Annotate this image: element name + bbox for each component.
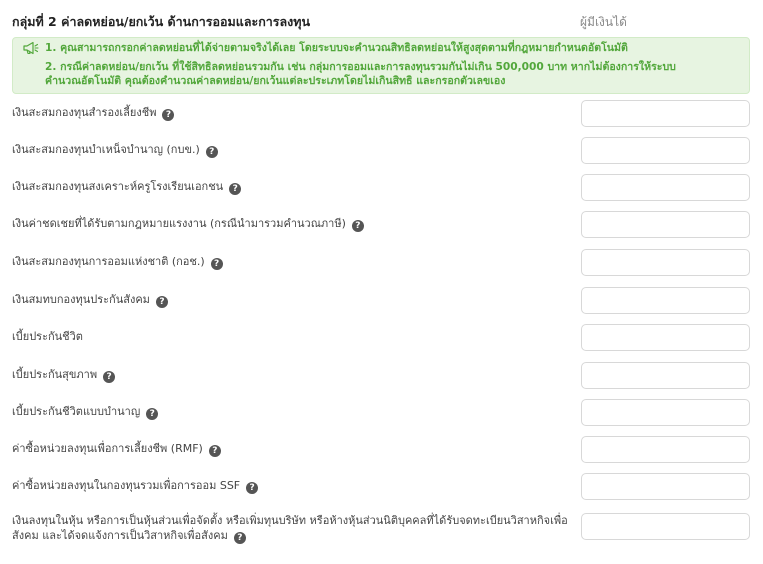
row-label: เงินลงทุนในหุ้น หรือการเป็นหุ้นส่วนเพื่อ… (12, 514, 568, 544)
row-label: ค่าซื้อหน่วยลงทุนในกองทุนรวมเพื่อการออม … (12, 478, 259, 494)
help-icon[interactable]: ? (210, 258, 223, 270)
row-label: เงินสะสมกองทุนบำเหน็จบำนาญ (กบข.)? (12, 142, 218, 158)
social-enterprise-input[interactable] (581, 513, 750, 540)
help-icon[interactable]: ? (162, 109, 175, 121)
column-header-taxpayer: ผู้มีเงินได้ (580, 15, 627, 29)
severance-pay-input[interactable] (581, 211, 750, 238)
row-label: เงินสะสมกองทุนสงเคราะห์ครูโรงเรียนเอกชน? (12, 179, 242, 195)
row-label: เงินค่าชดเชยที่ได้รับตามกฎหมายแรงงาน (กร… (12, 216, 364, 232)
ssf-input[interactable] (581, 473, 750, 500)
row-label: เงินสะสมกองทุนการออมแห่งชาติ (กอช.)? (12, 254, 223, 270)
section-title: กลุ่มที่ 2 ค่าลดหย่อน/ยกเว้น ด้านการออมแ… (12, 14, 311, 29)
help-icon[interactable]: ? (205, 146, 218, 158)
row-label: เงินสมทบกองทุนประกันสังคม? (12, 292, 168, 308)
nsf-input[interactable] (581, 249, 750, 276)
social-security-input[interactable] (581, 287, 750, 314)
gpf-input[interactable] (581, 137, 750, 164)
help-icon[interactable]: ? (103, 371, 116, 383)
help-icon[interactable]: ? (155, 296, 168, 308)
help-icon[interactable]: ? (233, 532, 246, 544)
pension-insurance-input[interactable] (581, 399, 750, 426)
row-label: เบี้ยประกันสุขภาพ? (12, 367, 116, 383)
teacher-fund-input[interactable] (581, 174, 750, 201)
health-insurance-input[interactable] (581, 362, 750, 389)
life-insurance-input[interactable] (581, 324, 750, 351)
notice-line-1: 1. คุณสามารถกรอกค่าลดหย่อนที่ได้จ่ายตามจ… (45, 42, 628, 54)
help-icon[interactable]: ? (146, 408, 159, 420)
help-icon[interactable]: ? (229, 183, 242, 195)
row-label: เงินสะสมกองทุนสำรองเลี้ยงชีพ? (12, 105, 175, 121)
notice-line-3: คำนวณอัตโนมัติ คุณต้องคำนวณค่าลดหย่อน/ยก… (45, 75, 506, 87)
row-label: ค่าซื้อหน่วยลงทุนเพื่อการเลี้ยงชีพ (RMF)… (12, 441, 221, 457)
info-notice: 1. คุณสามารถกรอกค่าลดหย่อนที่ได้จ่ายตามจ… (12, 37, 750, 94)
help-icon[interactable]: ? (208, 445, 221, 457)
megaphone-icon (23, 41, 39, 55)
help-icon[interactable]: ? (246, 482, 259, 494)
row-label: เบี้ยประกันชีวิต (12, 330, 83, 343)
help-icon[interactable]: ? (351, 220, 364, 232)
rmf-input[interactable] (581, 436, 750, 463)
row-label: เบี้ยประกันชีวิตแบบบำนาญ? (12, 404, 159, 420)
section-header: กลุ่มที่ 2 ค่าลดหย่อน/ยกเว้น ด้านการออมแ… (12, 12, 752, 32)
notice-line-2: 2. กรณีค่าลดหย่อน/ยกเว้น ที่ใช้สิทธิลดหย… (45, 61, 676, 73)
provident-fund-input[interactable] (581, 100, 750, 127)
